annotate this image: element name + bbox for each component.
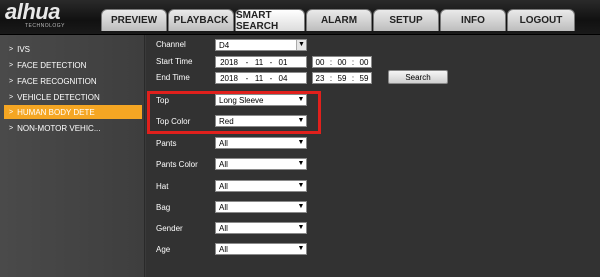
- chevron-down-icon: ▼: [297, 160, 305, 167]
- date-separator: -: [245, 57, 249, 67]
- logo-tagline: TECHNOLOGY: [25, 23, 66, 29]
- chevron-down-icon: ▼: [297, 139, 305, 146]
- logo-brand: alhua: [5, 0, 60, 24]
- end-time-label: End Time: [156, 73, 190, 82]
- age-value: All: [219, 245, 228, 254]
- gender-select[interactable]: All ▼: [215, 222, 307, 234]
- sidebar-item-label: NON-MOTOR VEHIC...: [17, 123, 101, 133]
- channel-value: D4: [219, 41, 230, 50]
- time-separator: :: [351, 57, 355, 67]
- pants-color-label: Pants Color: [156, 160, 198, 169]
- start-month[interactable]: 11: [252, 57, 266, 68]
- top-color-value: Red: [219, 117, 234, 126]
- channel-select[interactable]: D4 ▼: [215, 39, 307, 51]
- sidebar-item-human-body-detection[interactable]: > HUMAN BODY DETE: [4, 105, 142, 119]
- search-button[interactable]: Search: [388, 70, 448, 84]
- hat-label: Hat: [156, 182, 169, 191]
- date-separator: -: [269, 57, 273, 67]
- tab-preview[interactable]: PREVIEW: [101, 9, 167, 31]
- channel-label: Channel: [156, 40, 186, 49]
- top-color-label: Top Color: [156, 117, 191, 126]
- hat-select[interactable]: All ▼: [215, 180, 307, 192]
- chevron-right-icon: >: [9, 93, 14, 101]
- pants-color-select[interactable]: All ▼: [215, 158, 307, 170]
- start-year[interactable]: 2018: [216, 57, 242, 68]
- end-date-field[interactable]: 2018 - 11 - 04: [215, 72, 307, 84]
- top-label: Top: [156, 96, 169, 105]
- bag-value: All: [219, 203, 228, 212]
- sidebar-item-face-recognition[interactable]: > FACE RECOGNITION: [4, 74, 142, 88]
- end-hour[interactable]: 23: [313, 73, 327, 84]
- top-color-select[interactable]: Red ▼: [215, 115, 307, 127]
- start-day[interactable]: 01: [276, 57, 290, 68]
- chevron-right-icon: >: [9, 61, 14, 69]
- top-value: Long Sleeve: [219, 96, 264, 105]
- hat-value: All: [219, 182, 228, 191]
- tab-playback[interactable]: PLAYBACK: [168, 9, 234, 31]
- time-separator: :: [351, 73, 355, 83]
- pants-color-value: All: [219, 160, 228, 169]
- chevron-down-icon: ▼: [297, 96, 305, 103]
- start-time-label: Start Time: [156, 57, 193, 66]
- end-minute[interactable]: 59: [335, 73, 349, 84]
- sidebar-item-label: IVS: [17, 44, 30, 54]
- sidebar-item-label: HUMAN BODY DETE: [17, 107, 95, 117]
- age-select[interactable]: All ▼: [215, 243, 307, 255]
- chevron-down-icon: ▼: [297, 203, 305, 210]
- chevron-down-icon: ▼: [297, 224, 305, 231]
- tab-info[interactable]: INFO: [440, 9, 506, 31]
- start-minute[interactable]: 00: [335, 57, 349, 68]
- pants-select[interactable]: All ▼: [215, 137, 307, 149]
- pants-label: Pants: [156, 139, 177, 148]
- dahua-logo: alhua TECHNOLOGY: [5, 0, 95, 32]
- date-separator: -: [245, 73, 249, 83]
- gender-value: All: [219, 224, 228, 233]
- chevron-down-icon: ▼: [296, 40, 306, 50]
- sidebar-item-face-detection[interactable]: > FACE DETECTION: [4, 58, 142, 72]
- end-day[interactable]: 04: [276, 73, 290, 84]
- tab-setup[interactable]: SETUP: [373, 9, 439, 31]
- date-separator: -: [269, 73, 273, 83]
- chevron-down-icon: ▼: [297, 245, 305, 252]
- age-label: Age: [156, 245, 171, 254]
- start-second[interactable]: 00: [357, 57, 371, 68]
- sidebar-item-label: FACE DETECTION: [17, 60, 87, 70]
- start-hour[interactable]: 00: [313, 57, 327, 68]
- chevron-right-icon: >: [9, 77, 14, 85]
- time-separator: :: [329, 57, 333, 67]
- sidebar-item-label: VEHICLE DETECTION: [17, 92, 100, 102]
- chevron-right-icon: >: [9, 108, 14, 116]
- pants-value: All: [219, 139, 228, 148]
- tab-alarm[interactable]: ALARM: [306, 9, 372, 31]
- end-second[interactable]: 59: [357, 73, 371, 84]
- tab-logout[interactable]: LOGOUT: [507, 9, 575, 31]
- end-time-field[interactable]: 23 : 59 : 59: [312, 72, 372, 84]
- top-select[interactable]: Long Sleeve ▼: [215, 94, 307, 106]
- start-date-field[interactable]: 2018 - 11 - 01: [215, 56, 307, 68]
- end-year[interactable]: 2018: [216, 73, 242, 84]
- sidebar-item-non-motor-vehicle[interactable]: > NON-MOTOR VEHIC...: [4, 121, 142, 135]
- end-month[interactable]: 11: [252, 73, 266, 84]
- chevron-right-icon: >: [9, 124, 14, 132]
- start-time-field[interactable]: 00 : 00 : 00: [312, 56, 372, 68]
- time-separator: :: [329, 73, 333, 83]
- chevron-down-icon: ▼: [297, 117, 305, 124]
- sidebar-item-label: FACE RECOGNITION: [17, 76, 97, 86]
- sidebar-item-ivs[interactable]: > IVS: [4, 42, 142, 56]
- bag-label: Bag: [156, 203, 171, 212]
- sidebar-item-vehicle-detection[interactable]: > VEHICLE DETECTION: [4, 90, 142, 104]
- bag-select[interactable]: All ▼: [215, 201, 307, 213]
- tab-smart-search[interactable]: SMART SEARCH: [235, 9, 305, 32]
- gender-label: Gender: [156, 224, 183, 233]
- chevron-down-icon: ▼: [297, 182, 305, 189]
- chevron-right-icon: >: [9, 45, 14, 53]
